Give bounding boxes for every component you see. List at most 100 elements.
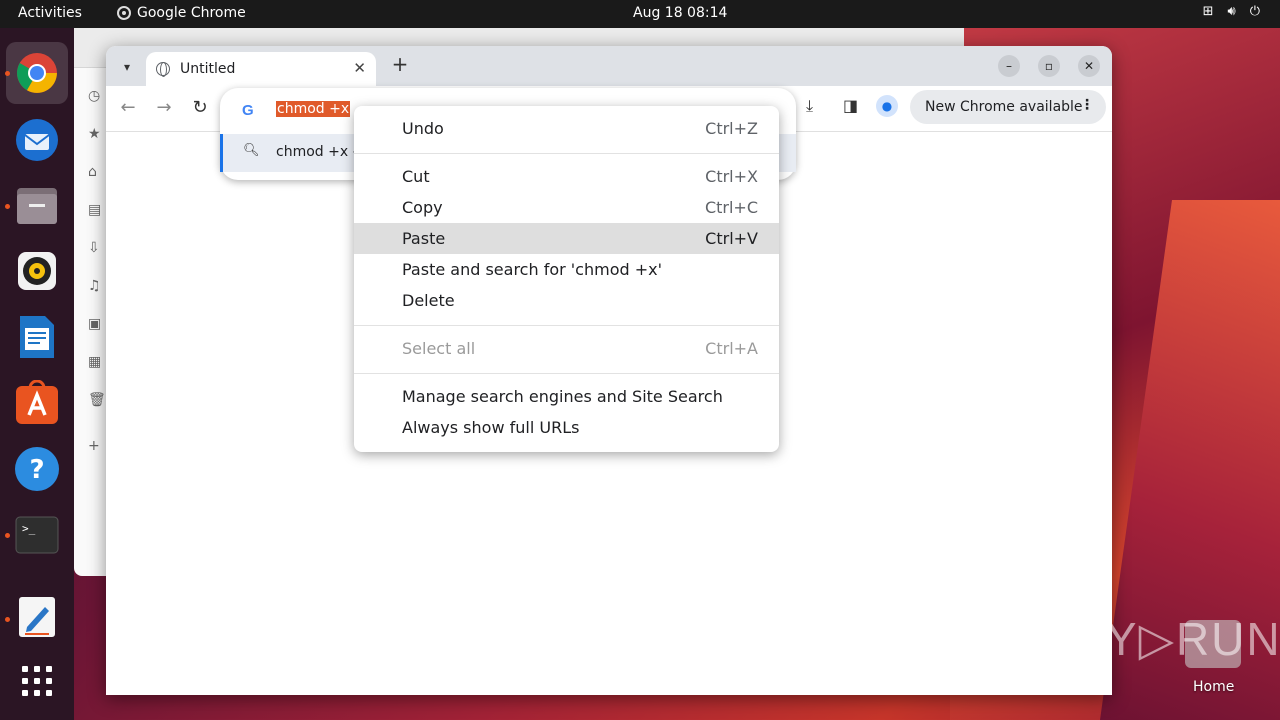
watermark: ANY▷RUN xyxy=(1038,613,1280,665)
downloads-button[interactable]: ⤓ xyxy=(806,96,813,116)
menu-label: Copy xyxy=(402,198,443,217)
menu-shortcut: Ctrl+V xyxy=(705,229,758,248)
menu-label: Select all xyxy=(402,339,476,358)
dock-help[interactable]: ? xyxy=(14,446,60,492)
menu-separator xyxy=(354,153,779,154)
chrome-icon xyxy=(17,53,57,93)
menu-cut[interactable]: Cut Ctrl+X xyxy=(354,161,779,192)
help-icon: ? xyxy=(15,447,59,491)
trash-icon[interactable]: 🗑︎ xyxy=(88,392,106,408)
tab-search-button[interactable]: ▾ xyxy=(114,54,140,80)
menu-shortcut: Ctrl+X xyxy=(705,167,758,186)
tab-untitled[interactable]: Untitled ✕ xyxy=(146,52,376,86)
back-button[interactable]: ← xyxy=(116,97,140,118)
menu-separator xyxy=(354,325,779,326)
tab-title: Untitled xyxy=(180,61,236,77)
context-menu: Undo Ctrl+Z Cut Ctrl+X Copy Ctrl+C Paste… xyxy=(354,106,779,452)
menu-paste-and-search[interactable]: Paste and search for 'chmod +x' xyxy=(354,254,779,285)
tab-strip: ▾ Untitled ✕ + – ▫ ✕ xyxy=(106,46,1112,86)
person-icon: ● xyxy=(881,99,893,113)
music-icon[interactable]: ♫ xyxy=(88,278,101,294)
globe-icon xyxy=(156,62,170,77)
menu-label: Undo xyxy=(402,119,444,138)
dock-rhythmbox[interactable] xyxy=(14,248,60,294)
dock-writer[interactable] xyxy=(14,314,60,360)
text-editor-icon xyxy=(19,597,55,637)
dock-show-apps[interactable] xyxy=(14,658,60,704)
side-panel-button[interactable]: ◨ xyxy=(843,96,858,115)
network-icon: ⊞ xyxy=(1202,4,1214,19)
chrome-small-icon xyxy=(117,6,131,20)
menu-label: Paste xyxy=(402,229,446,248)
dock-text-editor[interactable] xyxy=(14,594,60,640)
documents-icon[interactable]: ▤ xyxy=(88,202,101,218)
activities-button[interactable]: Activities xyxy=(18,5,82,21)
dock: ? >_ xyxy=(0,28,74,720)
profile-avatar[interactable]: ● xyxy=(876,95,898,117)
writer-icon xyxy=(20,316,54,358)
dock-files[interactable] xyxy=(14,183,60,229)
running-indicator xyxy=(5,204,10,209)
home-folder-icon[interactable]: ⌂ xyxy=(88,164,97,180)
menu-label: Always show full URLs xyxy=(402,418,580,437)
running-indicator xyxy=(5,71,10,76)
dock-terminal[interactable]: >_ xyxy=(14,512,60,558)
pictures-icon[interactable]: ▣ xyxy=(88,316,101,332)
rhythmbox-icon xyxy=(18,252,56,290)
reload-button[interactable]: ↻ xyxy=(188,97,212,118)
starred-icon[interactable]: ★ xyxy=(88,126,101,142)
clock[interactable]: Aug 18 08:14 xyxy=(633,5,727,21)
close-window-button[interactable]: ✕ xyxy=(1078,55,1100,77)
recent-icon[interactable]: ◷ xyxy=(88,88,100,104)
menu-shortcut: Ctrl+Z xyxy=(705,119,758,138)
thunderbird-icon xyxy=(16,119,58,161)
home-desktop-label[interactable]: Home xyxy=(1193,679,1234,695)
menu-undo[interactable]: Undo Ctrl+Z xyxy=(354,113,779,144)
search-icon: 🔍︎ xyxy=(243,143,260,158)
power-icon: ⏻ xyxy=(1249,4,1260,19)
omnibox-input[interactable]: chmod +x xyxy=(276,101,351,117)
new-tab-button[interactable]: + xyxy=(388,52,412,78)
videos-icon[interactable]: ▦ xyxy=(88,354,101,370)
running-indicator xyxy=(5,533,10,538)
app-name: Google Chrome xyxy=(137,5,246,21)
terminal-icon: >_ xyxy=(15,516,59,554)
show-apps-icon xyxy=(22,666,52,696)
menu-shortcut: Ctrl+A xyxy=(705,339,758,358)
menu-manage-search-engines[interactable]: Manage search engines and Site Search xyxy=(354,381,779,412)
close-icon[interactable]: ✕ xyxy=(353,59,366,77)
volume-icon: 🔊︎ xyxy=(1227,4,1236,19)
kebab-menu-icon[interactable]: ⋮ xyxy=(1080,97,1094,113)
other-locations-icon[interactable]: + xyxy=(88,438,100,454)
menu-shortcut: Ctrl+C xyxy=(704,198,758,217)
chevron-down-icon: ▾ xyxy=(123,60,131,74)
menu-separator xyxy=(354,373,779,374)
svg-text:>_: >_ xyxy=(22,522,36,535)
menu-copy[interactable]: Copy Ctrl+C xyxy=(354,192,779,223)
downloads-icon[interactable]: ⇩ xyxy=(88,240,100,256)
menu-label: Paste and search for 'chmod +x' xyxy=(402,260,663,279)
minimize-button[interactable]: – xyxy=(998,55,1020,77)
menu-label: Cut xyxy=(402,167,430,186)
maximize-button[interactable]: ▫ xyxy=(1038,55,1060,77)
top-bar: Activities Google Chrome Aug 18 08:14 ⊞ … xyxy=(0,0,1280,28)
files-icon xyxy=(17,188,57,224)
menu-label: Delete xyxy=(402,291,455,310)
dock-chrome[interactable] xyxy=(6,42,68,104)
dock-thunderbird[interactable] xyxy=(14,117,60,163)
update-chrome-button[interactable]: New Chrome available ⋮ xyxy=(910,90,1106,124)
running-indicator xyxy=(5,617,10,622)
menu-label: Manage search engines and Site Search xyxy=(402,387,723,406)
menu-always-show-full-urls[interactable]: Always show full URLs xyxy=(354,412,779,443)
forward-button[interactable]: → xyxy=(152,97,176,118)
app-menu[interactable]: Google Chrome xyxy=(117,5,246,21)
update-label: New Chrome available xyxy=(925,99,1083,115)
svg-text:?: ? xyxy=(29,455,44,485)
menu-select-all[interactable]: Select all Ctrl+A xyxy=(354,333,779,364)
menu-paste[interactable]: Paste Ctrl+V xyxy=(354,223,779,254)
app-center-icon xyxy=(16,380,58,424)
menu-delete[interactable]: Delete xyxy=(354,285,779,316)
google-g-icon: G xyxy=(242,102,254,119)
system-tray[interactable]: ⊞ 🔊︎ ⏻ xyxy=(1203,4,1260,19)
dock-app-center[interactable] xyxy=(14,380,60,426)
